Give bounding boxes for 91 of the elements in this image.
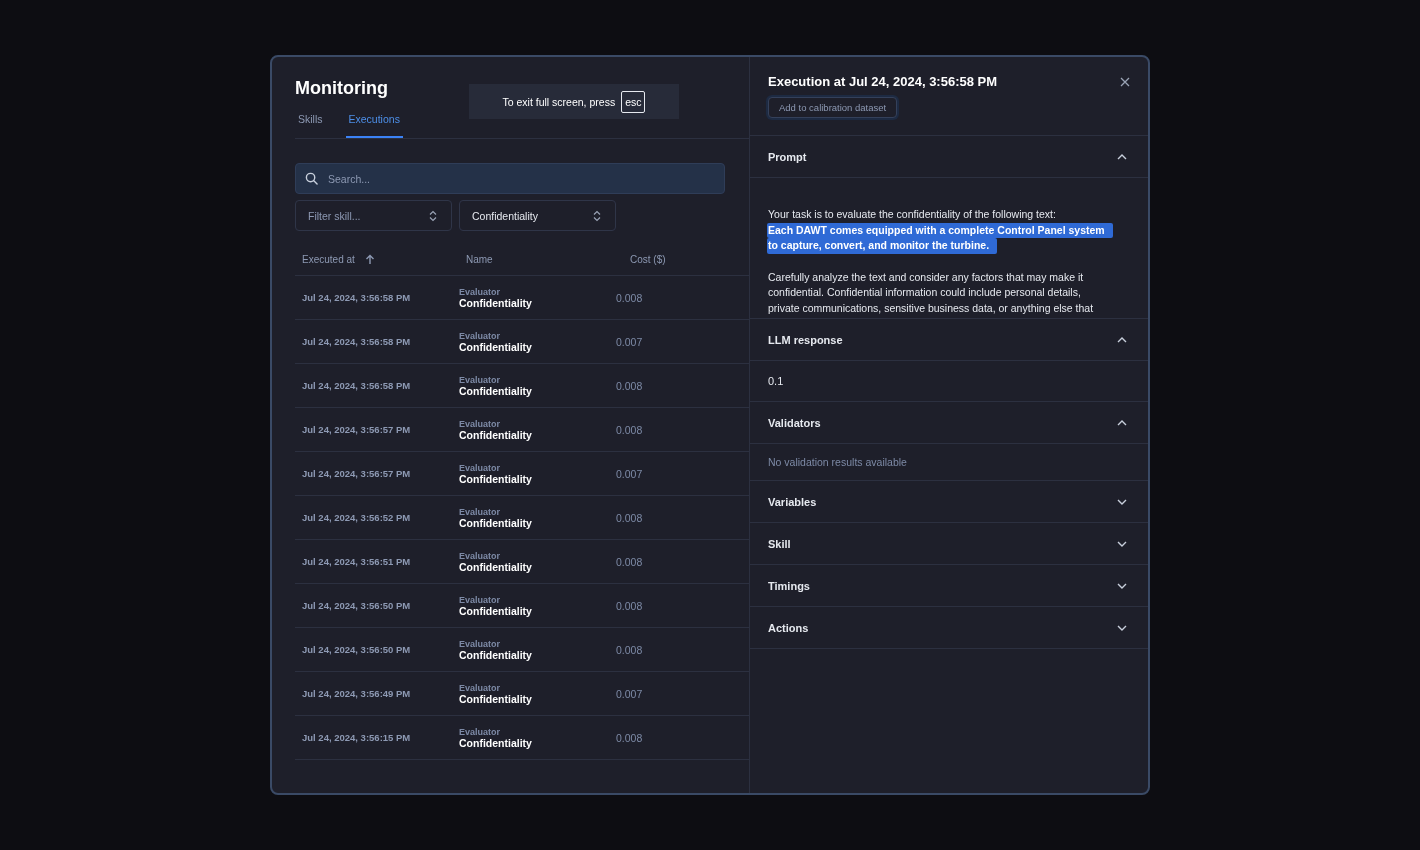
table-cell-text: 0.008 — [615, 731, 643, 744]
skill-name: Confidentiality — [459, 736, 532, 749]
table-cell-text: 0.007 — [615, 467, 643, 480]
section-header[interactable]: Variables — [750, 481, 1148, 522]
column-header[interactable]: Name — [466, 254, 493, 265]
skill-type: Evaluator — [459, 506, 500, 517]
table-cell-text: Jul 24, 2024, 3:56:50 PM — [301, 600, 412, 611]
table-row[interactable]: Jul 24, 2024, 3:56:15 PM Evaluator Confidentiality 0.008 — [295, 716, 749, 760]
skill-name: Confidentiality — [459, 296, 532, 309]
table-row[interactable]: Jul 24, 2024, 3:56:49 PM Evaluator Confidentiality 0.007 — [295, 672, 749, 716]
section-title: LLM response — [768, 333, 843, 346]
table-cell-text: Jul 24, 2024, 3:56:58 PM — [301, 336, 412, 347]
skill-name: Confidentiality — [459, 516, 532, 529]
skill-type: Evaluator — [459, 594, 500, 605]
table-row[interactable]: Jul 24, 2024, 3:56:50 PM Evaluator Confidentiality 0.008 — [295, 628, 749, 672]
table-row[interactable]: Jul 24, 2024, 3:56:57 PM Evaluator Confidentiality 0.008 — [295, 408, 749, 452]
table-cell-text: Jul 24, 2024, 3:56:51 PM — [301, 556, 412, 567]
table-row[interactable]: Jul 24, 2024, 3:56:58 PM Evaluator Confidentiality 0.007 — [295, 320, 749, 364]
tab[interactable]: Executions — [345, 113, 403, 138]
search-icon — [305, 172, 318, 185]
section-title: Timings — [768, 579, 810, 592]
table-row[interactable]: Jul 24, 2024, 3:56:58 PM Evaluator Confidentiality 0.008 — [295, 364, 749, 408]
table-cell-text: 0.008 — [615, 291, 643, 304]
table-cell-text: Jul 24, 2024, 3:56:15 PM — [301, 732, 412, 743]
table-row[interactable]: Jul 24, 2024, 3:56:51 PM Evaluator Confidentiality 0.008 — [295, 540, 749, 584]
skill-name: Confidentiality — [459, 472, 532, 485]
table-row[interactable]: Jul 24, 2024, 3:56:52 PM Evaluator Confidentiality 0.008 — [295, 496, 749, 540]
table-cell-text: 0.008 — [615, 379, 643, 392]
table-cell-text: Jul 24, 2024, 3:56:58 PM — [301, 380, 412, 391]
table-cell-text: Jul 24, 2024, 3:56:57 PM — [301, 468, 412, 479]
table-cell-text: 0.007 — [615, 335, 643, 348]
prompt-text: Carefully analyze the text and consider any factors that may make it confidential. Confidential information could include personal details, private communications, sensitive business data, or anything else that — [768, 269, 1095, 316]
add-dataset-button[interactable]: Add to calibration dataset — [768, 97, 898, 118]
skill-name: Confidentiality — [459, 384, 532, 397]
section-title: Prompt — [768, 150, 807, 163]
section-header[interactable]: Actions — [750, 607, 1148, 648]
key-badge: esc — [621, 90, 646, 113]
skill-type: Evaluator — [459, 286, 500, 297]
table-cell-text: 0.008 — [615, 643, 643, 656]
panel-title: Execution at Jul 24, 2024, 3:56:58 PM — [768, 74, 998, 89]
skill-type: Evaluator — [459, 726, 500, 737]
skill-type: Evaluator — [459, 330, 500, 341]
skill-type: Evaluator — [459, 374, 500, 385]
table-row[interactable]: Jul 24, 2024, 3:56:58 PM Evaluator Confidentiality 0.008 — [295, 276, 749, 320]
search-field[interactable]: Search... — [295, 163, 725, 194]
table-cell-text: 0.008 — [615, 511, 643, 524]
chevron-updown-icon — [429, 209, 437, 222]
table-cell-text: Jul 24, 2024, 3:56:50 PM — [301, 644, 412, 655]
skill-type: Evaluator — [459, 638, 500, 649]
skill-name: Confidentiality — [459, 340, 532, 353]
skill-type: Evaluator — [459, 550, 500, 561]
skill-type: Evaluator — [459, 682, 500, 693]
skill-name: Confidentiality — [459, 648, 532, 661]
table-cell-text: 0.008 — [615, 423, 643, 436]
table-row[interactable]: Jul 24, 2024, 3:56:50 PM Evaluator Confidentiality 0.008 — [295, 584, 749, 628]
filter-select[interactable]: Filter skill... — [295, 200, 452, 231]
filter-select[interactable]: Confidentiality — [459, 200, 616, 231]
table-cell-text: Jul 24, 2024, 3:56:49 PM — [301, 688, 412, 699]
section-title: Validators — [768, 416, 821, 429]
section-header[interactable]: Prompt — [750, 136, 1148, 177]
column-header[interactable]: Cost ($) — [630, 254, 666, 265]
section-header[interactable]: Skill — [750, 523, 1148, 564]
skill-name: Confidentiality — [459, 692, 532, 705]
column-header[interactable]: Executed at — [302, 254, 355, 265]
table-cell-text: Jul 24, 2024, 3:56:52 PM — [301, 512, 412, 523]
skill-type: Evaluator — [459, 418, 500, 429]
skill-name: Confidentiality — [459, 560, 532, 573]
section-header[interactable]: Timings — [750, 565, 1148, 606]
chevron-updown-icon — [593, 209, 601, 222]
section-header[interactable]: LLM response — [750, 319, 1148, 360]
section-title: Skill — [768, 537, 791, 550]
table-cell-text: 0.008 — [615, 599, 643, 612]
arrow-up-icon[interactable] — [364, 254, 375, 265]
skill-name: Confidentiality — [459, 604, 532, 617]
section-header[interactable]: Validators — [750, 402, 1148, 443]
empty-message: No validation results available — [768, 456, 907, 468]
response-value: 0.1 — [768, 375, 784, 387]
table-cell-text: Jul 24, 2024, 3:56:57 PM — [301, 424, 412, 435]
skill-type: Evaluator — [459, 462, 500, 473]
notice-text: To exit full screen, press — [502, 95, 616, 108]
table-cell-text: 0.007 — [615, 687, 643, 700]
section-title: Variables — [768, 495, 817, 508]
tab[interactable]: Skills — [295, 113, 326, 138]
table-cell-text: 0.008 — [615, 555, 643, 568]
section-title: Actions — [768, 621, 809, 634]
table-cell-text: Jul 24, 2024, 3:56:58 PM — [301, 292, 412, 303]
close-icon[interactable] — [1120, 76, 1130, 87]
prompt-text: Your task is to evaluate the confidentiality of the following text: Each DAWT comes equipped with a complete Control Panel system to capture, convert, and monitor the turbine. — [768, 207, 1113, 254]
skill-name: Confidentiality — [459, 428, 532, 441]
table-row[interactable]: Jul 24, 2024, 3:56:57 PM Evaluator Confidentiality 0.007 — [295, 452, 749, 496]
page-title: Monitoring — [295, 78, 389, 99]
